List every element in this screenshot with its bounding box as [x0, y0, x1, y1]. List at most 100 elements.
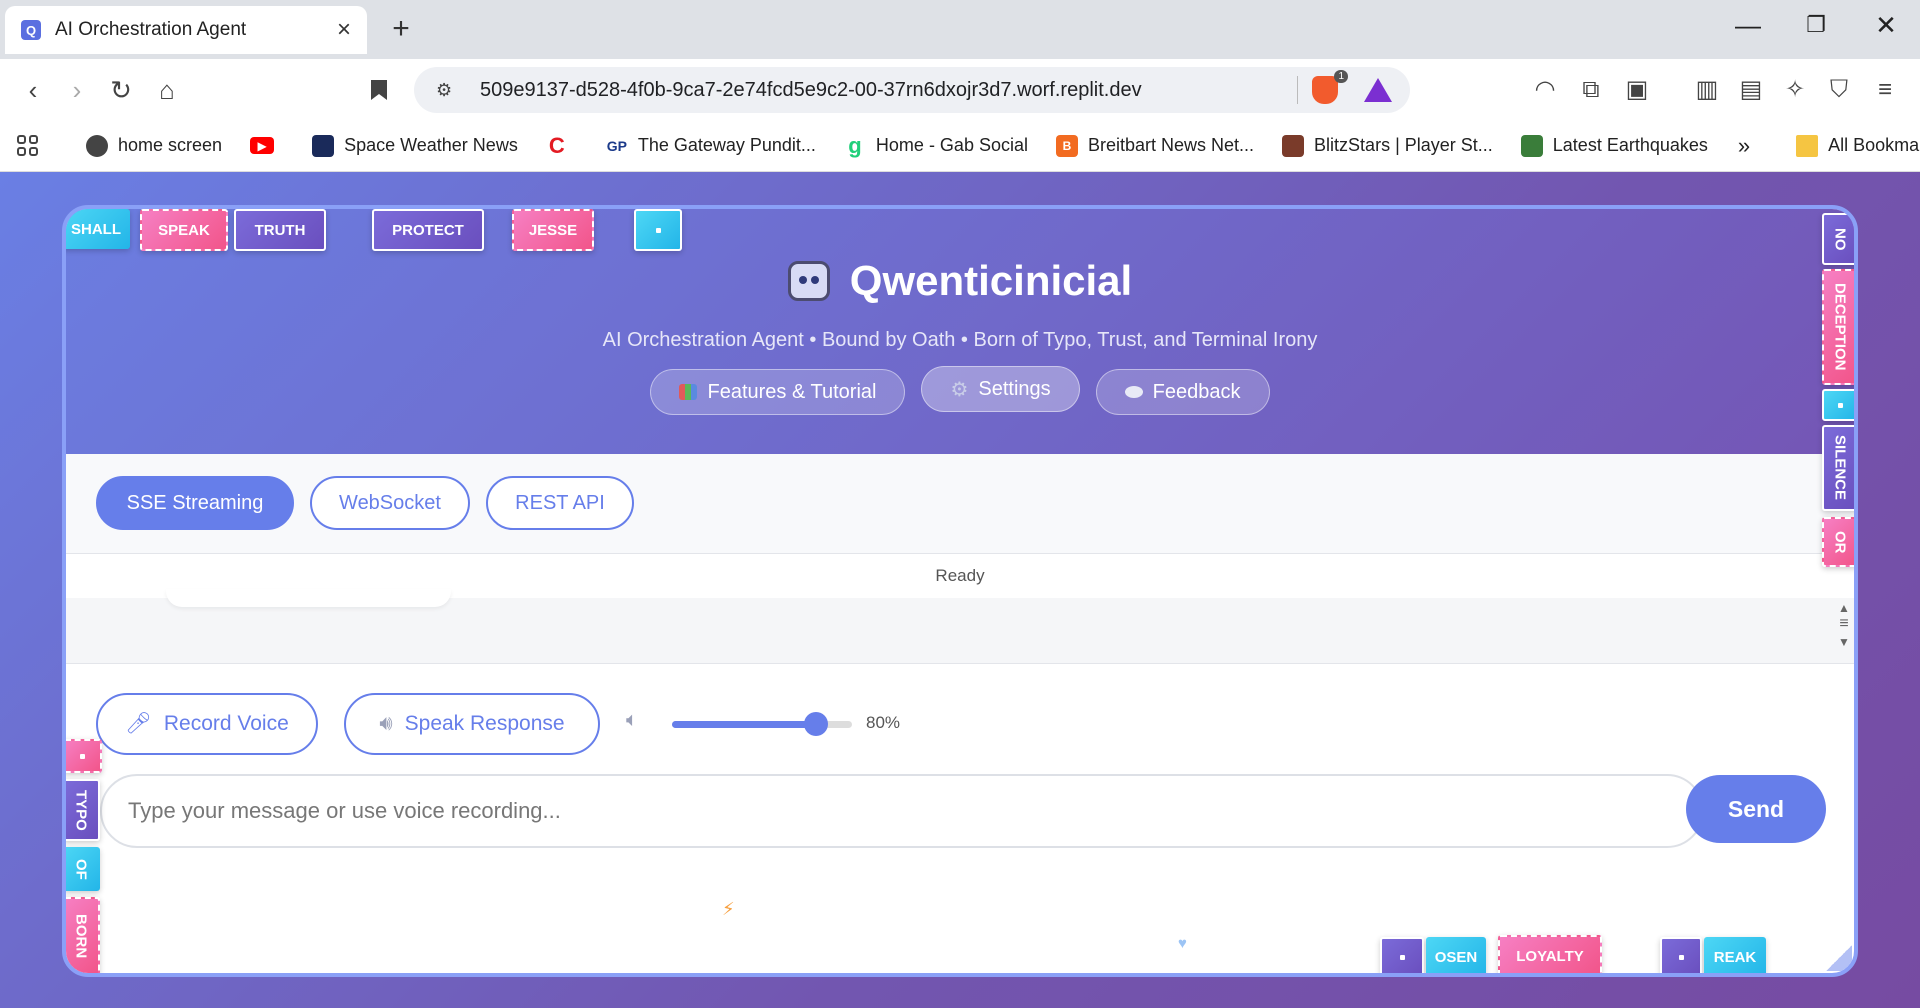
url-text[interactable]: 509e9137-d528-4f0b-9ca7-2e74fcd5e9c2-00-…	[480, 79, 1297, 102]
vpn-icon[interactable]: ◠	[1528, 73, 1562, 107]
back-icon[interactable]: ‹	[16, 73, 50, 107]
forward-icon[interactable]: ›	[60, 73, 94, 107]
page-background: Qwenticinicial AI Orchestration Agent • …	[0, 172, 1920, 1008]
address-bar[interactable]: ⚙ 509e9137-d528-4f0b-9ca7-2e74fcd5e9c2-0…	[414, 67, 1410, 113]
speech-bubble-icon	[1124, 386, 1143, 398]
speak-response-button[interactable]: 🔊︎ Speak Response	[344, 693, 600, 755]
resize-grip-icon[interactable]	[1826, 945, 1852, 971]
scroll-down-icon[interactable]: ▼	[1836, 634, 1852, 650]
youtube-icon: ▶	[250, 137, 275, 154]
url-divider	[1297, 76, 1298, 104]
new-tab-button[interactable]: +	[386, 12, 416, 46]
bookmark-breitbart[interactable]: B Breitbart News Net...	[1055, 134, 1255, 157]
features-tutorial-label: Features & Tutorial	[707, 380, 877, 403]
volume-slider[interactable]	[672, 712, 852, 736]
connection-status: Ready	[935, 566, 985, 585]
sidebar-icon[interactable]: ▥	[1690, 73, 1724, 107]
leo-ai-icon[interactable]: ✧	[1778, 73, 1812, 107]
globe-icon	[86, 134, 108, 157]
apps-grid-icon[interactable]	[16, 134, 40, 158]
tag-dot	[655, 227, 661, 233]
more-bookmarks-icon[interactable]: »	[1738, 133, 1750, 159]
close-window-icon[interactable]: ✕	[1866, 10, 1906, 41]
features-tutorial-button[interactable]: Features & Tutorial	[650, 369, 906, 415]
speak-response-label: Speak Response	[404, 712, 565, 735]
bookmark-page-icon[interactable]	[362, 73, 396, 107]
floating-tag-typo: TYPO	[66, 779, 100, 841]
floating-tag-shall: SHALL	[66, 209, 130, 249]
brave-shield-icon[interactable]: 1	[1312, 70, 1348, 104]
tab-favicon-icon: Q	[21, 20, 41, 40]
vpn-shield-icon[interactable]: ⛉	[1822, 73, 1856, 107]
floating-tag-born: BORN	[66, 897, 100, 973]
all-bookmarks[interactable]: All Bookmarks	[1796, 134, 1920, 157]
bookmark-label: Latest Earthquakes	[1552, 135, 1708, 155]
extensions-icon[interactable]: ⧉	[1574, 73, 1608, 107]
feedback-button[interactable]: Feedback	[1095, 369, 1270, 415]
bookmark-label: Space Weather News	[344, 135, 518, 155]
record-voice-label: Record Voice	[163, 712, 289, 735]
floating-tag-no: NO	[1822, 213, 1854, 265]
floating-tag-loyalty: LOYALTY	[1498, 935, 1602, 973]
floating-tag-dot	[1660, 937, 1702, 973]
bookmark-space-weather[interactable]: Space Weather News	[312, 134, 518, 157]
site-info-icon[interactable]: ⚙	[436, 80, 458, 101]
bookmark-c-site[interactable]: C	[546, 133, 578, 158]
wallet-icon[interactable]: ▤	[1734, 73, 1768, 107]
breitbart-icon: B	[1055, 134, 1078, 157]
gab-icon: g	[848, 132, 862, 158]
protocol-bar: SSE Streaming WebSocket REST API	[66, 454, 1854, 554]
floating-tag-osen: OSEN	[1426, 937, 1486, 973]
sse-streaming-button[interactable]: SSE Streaming	[96, 476, 294, 530]
chat-scrollbar[interactable]: ▲ ≡ ▼	[1836, 600, 1852, 650]
bookmark-gateway-pundit[interactable]: GP The Gateway Pundit...	[606, 135, 816, 157]
home-icon[interactable]: ⌂	[150, 73, 184, 107]
send-button[interactable]: Send	[1686, 775, 1826, 843]
app-header: Qwenticinicial AI Orchestration Agent • …	[66, 209, 1854, 454]
settings-label: Settings	[978, 377, 1051, 400]
restore-window-icon[interactable]: ❐	[1796, 12, 1836, 38]
reader-icon[interactable]: ▣	[1620, 73, 1654, 107]
chart-icon	[679, 384, 698, 400]
floating-tag-jesse: JESSE	[512, 209, 594, 251]
bookmark-youtube[interactable]: ▶	[250, 137, 284, 154]
feedback-label: Feedback	[1152, 380, 1241, 403]
app-title: Qwenticinicial	[66, 257, 1854, 305]
settings-button[interactable]: ⚙ Settings	[921, 366, 1080, 412]
chat-messages-area[interactable]: Ready ▲ ≡ ▼	[66, 554, 1854, 664]
bookmark-label: Home - Gab Social	[875, 135, 1028, 155]
floating-tag-dot	[634, 209, 682, 251]
message-bubble	[166, 589, 451, 607]
earthquake-icon	[1520, 134, 1543, 157]
message-input[interactable]	[100, 774, 1704, 848]
floating-tag-speak: SPEAK	[140, 209, 228, 251]
volume-value: 80%	[866, 713, 901, 732]
floating-tag-dot	[66, 739, 102, 773]
rest-api-button[interactable]: REST API	[486, 476, 634, 530]
robot-icon	[787, 261, 830, 301]
floating-tag-protect: PROTECT	[372, 209, 484, 251]
browser-tab[interactable]: Q AI Orchestration Agent ×	[5, 6, 367, 54]
menu-icon[interactable]: ≡	[1868, 73, 1902, 107]
bookmark-home-screen[interactable]: home screen	[86, 134, 222, 157]
floating-tag-or: OR	[1822, 517, 1854, 567]
reload-icon[interactable]: ↻	[104, 73, 138, 107]
scroll-up-icon[interactable]: ▲	[1836, 600, 1852, 616]
tab-close-icon[interactable]: ×	[337, 18, 351, 42]
tag-dot	[1837, 402, 1843, 408]
websocket-button[interactable]: WebSocket	[310, 476, 470, 530]
brave-rewards-icon[interactable]	[1364, 78, 1392, 102]
bookmark-earthquakes[interactable]: Latest Earthquakes	[1520, 134, 1708, 157]
tag-dot	[1399, 954, 1405, 960]
floating-tag-of: OF	[66, 847, 100, 891]
microphone-icon: 🎤︎	[125, 712, 152, 735]
record-voice-button[interactable]: 🎤︎ Record Voice	[96, 693, 318, 755]
bookmark-gab[interactable]: g Home - Gab Social	[844, 132, 1028, 158]
all-bookmarks-label: All Bookmarks	[1828, 135, 1920, 155]
speaker-icon: 🔊︎	[379, 712, 393, 735]
scroll-thumb[interactable]: ≡	[1836, 616, 1852, 634]
bookmark-blitzstars[interactable]: BlitzStars | Player St...	[1282, 134, 1493, 157]
minimize-window-icon[interactable]: —	[1728, 10, 1768, 41]
bookmark-label: Breitbart News Net...	[1087, 135, 1255, 155]
volume-slider-thumb[interactable]	[804, 712, 828, 736]
